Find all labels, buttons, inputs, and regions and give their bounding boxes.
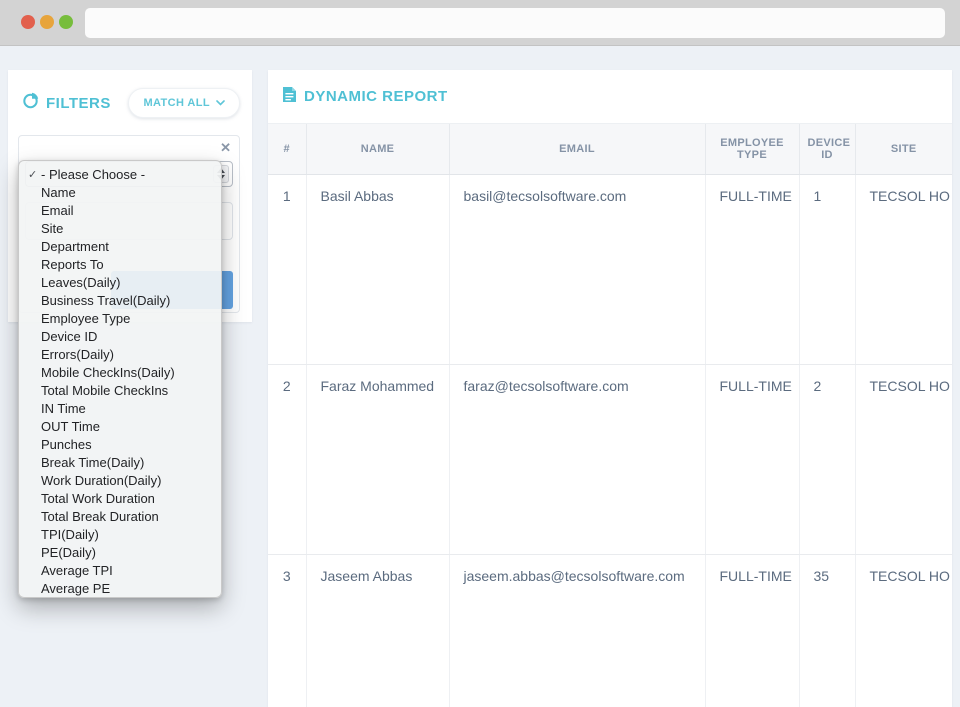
report-panel: DYNAMIC REPORT # NAME EMAIL EMPLOYEE TYPE DE… [268,70,952,707]
dropdown-option[interactable]: Business Travel(Daily) [19,292,221,310]
dropdown-option[interactable]: Average PE [19,580,221,597]
column-header: NAME [306,124,450,175]
filters-header: FILTERS MATCH ALL [8,70,252,118]
app-page: FILTERS MATCH ALL ✕ DYNAMIC REPORT # NAM… [0,46,960,707]
column-header: EMAIL [449,124,706,175]
table-row: 2 Faraz Mohammed faraz@tecsolsoftware.com F… [268,364,952,555]
table-cell: faraz@tecsolsoftware.com [449,364,706,555]
dropdown-option[interactable]: TPI(Daily) [19,526,221,544]
report-title: DYNAMIC REPORT [304,88,448,105]
browser-window: FILTERS MATCH ALL ✕ DYNAMIC REPORT # NAM… [0,0,960,707]
match-all-button[interactable]: MATCH ALL [128,88,240,118]
close-window-button[interactable] [21,15,35,29]
table-cell: 3 [268,554,307,707]
match-all-label: MATCH ALL [143,97,210,109]
dropdown-option[interactable]: Name [19,184,221,202]
table-cell: 2 [799,364,856,555]
column-header: # [268,124,307,175]
table-cell: basil@tecsolsoftware.com [449,174,706,365]
dropdown-option[interactable]: Device ID [19,328,221,346]
table-cell: jaseem.abbas@tecsolsoftware.com [449,554,706,707]
table-cell: Basil Abbas [306,174,450,365]
dropdown-option[interactable]: Email [19,202,221,220]
dropdown-option[interactable]: PE(Daily) [19,544,221,562]
table-cell: Faraz Mohammed [306,364,450,555]
chevron-down-icon [216,97,225,109]
dropdown-option[interactable]: Total Mobile CheckIns [19,382,221,400]
table-cell: 35 [799,554,856,707]
filters-title: FILTERS [46,94,111,112]
zoom-window-button[interactable] [59,15,73,29]
dropdown-option[interactable]: Break Time(Daily) [19,454,221,472]
browser-titlebar [0,0,960,46]
dropdown-option[interactable]: Leaves(Daily) [19,274,221,292]
pie-chart-icon [22,92,39,114]
dropdown-option[interactable]: ✓ - Please Choose - [19,166,221,184]
dropdown-option[interactable]: Average TPI [19,562,221,580]
address-bar[interactable] [85,8,945,38]
table-cell: 2 [268,364,307,555]
table-cell: 1 [799,174,856,365]
table-row: 3 Jaseem Abbas jaseem.abbas@tecsolsoftware… [268,554,952,707]
table-cell: FULL-TIME [705,174,800,365]
dropdown-option[interactable]: Total Break Duration [19,508,221,526]
table-cell: TECSOL HO [855,174,952,365]
table-header-row: # NAME EMAIL EMPLOYEE TYPE DEVICE ID SITE [268,124,952,175]
column-header: DEVICE ID [799,124,856,175]
dropdown-option[interactable]: Punches [19,436,221,454]
filter-field-dropdown: ✓ - Please Choose - Name Email Site Departmen… [18,160,222,598]
column-header: SITE [855,124,952,175]
table-cell: FULL-TIME [705,554,800,707]
close-icon[interactable]: ✕ [220,141,231,155]
dropdown-option[interactable]: Employee Type [19,310,221,328]
dropdown-option[interactable]: IN Time [19,400,221,418]
report-header: DYNAMIC REPORT [268,70,952,124]
table-row: 1 Basil Abbas basil@tecsolsoftware.com FULL… [268,174,952,365]
dropdown-option[interactable]: Mobile CheckIns(Daily) [19,364,221,382]
report-document-icon [282,86,297,108]
table-cell: 1 [268,174,307,365]
dropdown-option[interactable]: Work Duration(Daily) [19,472,221,490]
dropdown-option[interactable]: Total Work Duration [19,490,221,508]
minimize-window-button[interactable] [40,15,54,29]
checkmark-icon: ✓ [28,169,38,181]
table-cell: TECSOL HO [855,364,952,555]
report-table: # NAME EMAIL EMPLOYEE TYPE DEVICE ID SITE 1 Ba… [268,124,952,707]
dropdown-option[interactable]: Reports To [19,256,221,274]
dropdown-option[interactable]: Errors(Daily) [19,346,221,364]
dropdown-option[interactable]: OUT Time [19,418,221,436]
dropdown-option[interactable]: Site [19,220,221,238]
dropdown-option[interactable]: Department [19,238,221,256]
table-cell: TECSOL HO [855,554,952,707]
table-cell: FULL-TIME [705,364,800,555]
table-cell: Jaseem Abbas [306,554,450,707]
column-header: EMPLOYEE TYPE [705,124,800,175]
